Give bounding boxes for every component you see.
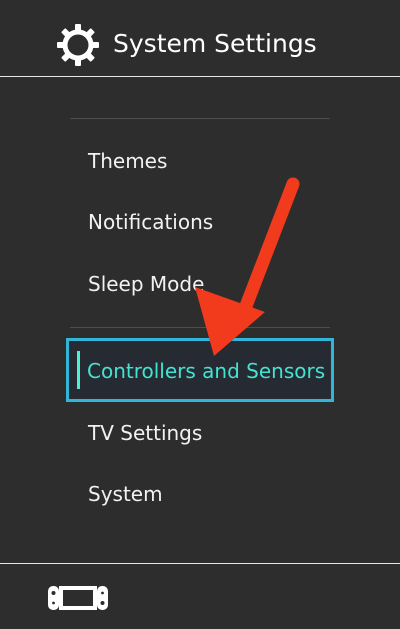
menu-item-controllers-and-sensors[interactable]: Controllers and Sensors	[66, 338, 334, 402]
menu-item-tv-settings[interactable]: TV Settings	[88, 418, 202, 448]
menu-item-notifications[interactable]: Notifications	[88, 207, 213, 237]
page-title: System Settings	[113, 29, 317, 58]
menu-item-sleep-mode[interactable]: Sleep Mode	[88, 269, 204, 299]
header: System Settings	[0, 0, 400, 76]
selection-indicator	[77, 351, 80, 389]
system-settings-screen: System Settings amiibo Themes Notificati…	[0, 0, 400, 629]
red-arrow-icon	[195, 177, 300, 356]
footer-divider	[0, 563, 400, 564]
menu-divider	[70, 118, 330, 119]
handheld-console-icon	[48, 586, 108, 610]
menu-item-label: Controllers and Sensors	[87, 359, 326, 383]
menu-item-themes[interactable]: Themes	[88, 146, 167, 176]
gear-icon	[57, 24, 99, 66]
header-divider	[0, 76, 400, 77]
menu-divider	[70, 327, 330, 328]
menu-item-system[interactable]: System	[88, 479, 163, 509]
